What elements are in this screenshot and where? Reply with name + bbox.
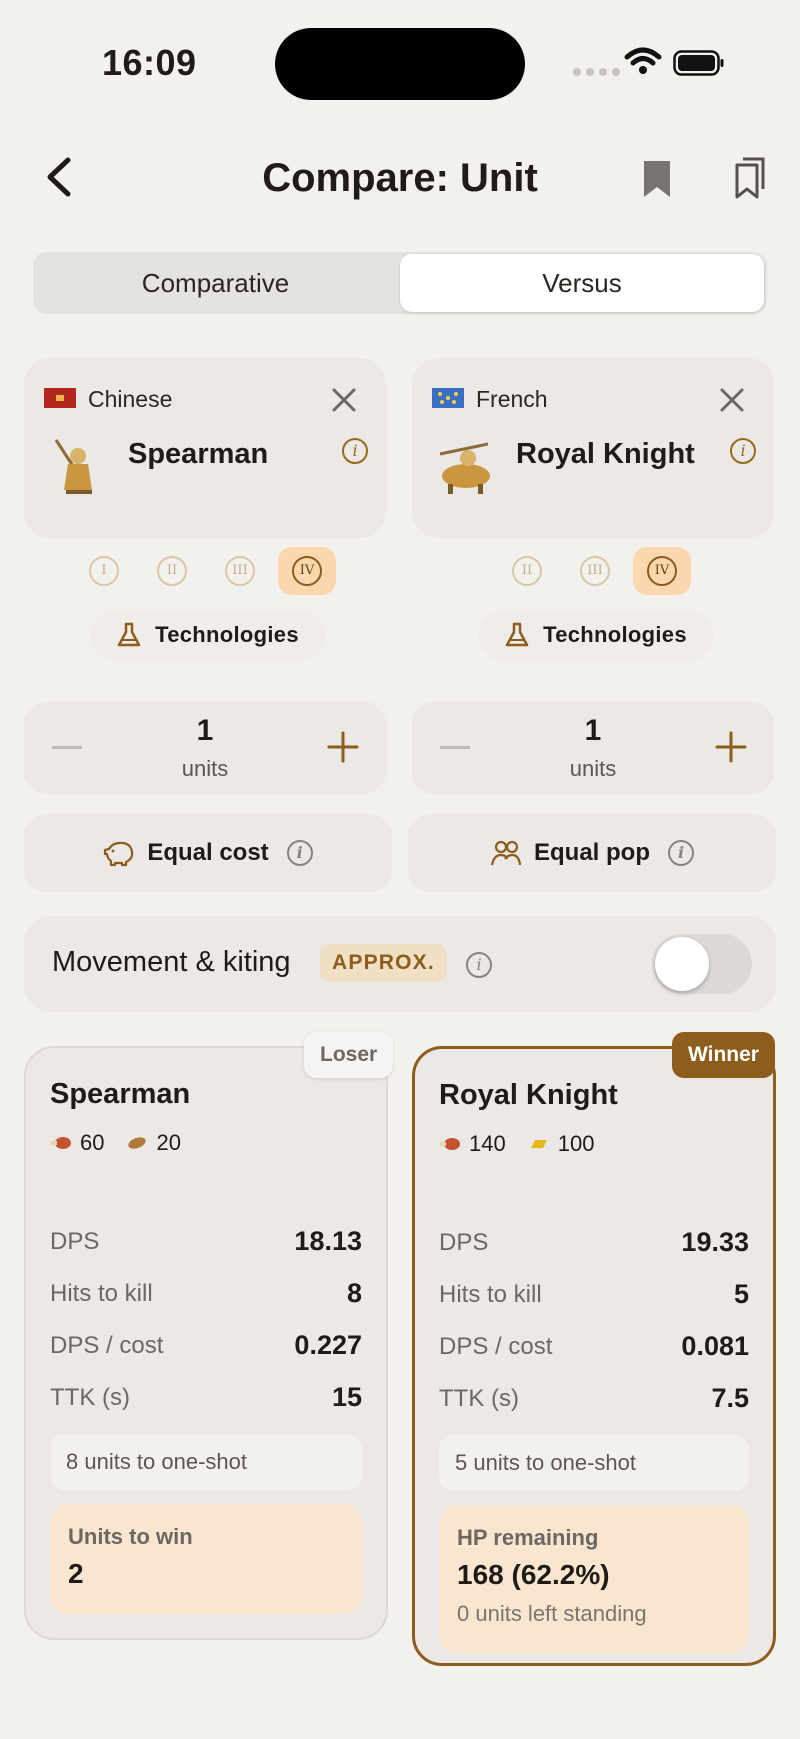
flask-icon xyxy=(117,622,141,647)
tab-versus[interactable]: Versus xyxy=(400,254,764,312)
right-technologies-button[interactable]: Technologies xyxy=(478,610,714,660)
loser-unit-name: Spearman xyxy=(50,1078,191,1110)
left-age-2[interactable]: II xyxy=(143,547,201,595)
mode-segmented-control: Comparative Versus xyxy=(33,252,767,314)
winner-stat-ttk: TTK (s) 7.5 xyxy=(439,1383,749,1413)
winner-cost: 140 100 xyxy=(439,1131,594,1157)
equal-pop-button[interactable]: Equal pop i xyxy=(408,814,776,892)
movement-kiting-row: Movement & kiting APPROX. i xyxy=(24,916,776,1012)
movement-info-icon[interactable]: i xyxy=(466,952,492,978)
royal-knight-portrait-icon xyxy=(439,442,490,494)
winner-stat-dps-cost: DPS / cost 0.081 xyxy=(439,1331,749,1361)
winner-badge: Winner xyxy=(672,1032,775,1078)
loser-stat-dps-cost: DPS / cost 0.227 xyxy=(50,1330,362,1360)
units-left-standing: 0 units left standing xyxy=(457,1601,647,1626)
remove-right-unit-icon[interactable] xyxy=(718,386,746,414)
equal-pop-info-icon[interactable]: i xyxy=(668,840,694,866)
right-unit-info-icon[interactable]: i xyxy=(730,438,756,464)
left-age-1[interactable]: I xyxy=(75,547,133,595)
status-time: 16:09 xyxy=(102,42,197,83)
bookmark-icon[interactable] xyxy=(640,158,674,200)
hp-remaining-label: HP remaining xyxy=(457,1525,599,1550)
equal-cost-info-icon[interactable]: i xyxy=(286,840,313,866)
left-unit-card[interactable]: Chinese Spearman i xyxy=(24,358,386,538)
movement-kiting-toggle[interactable] xyxy=(652,934,752,994)
tab-comparative[interactable]: Comparative xyxy=(33,252,398,314)
battery-icon xyxy=(673,50,724,76)
right-age-4-selected[interactable]: IV xyxy=(633,547,691,595)
right-civ-name: French xyxy=(476,386,548,412)
gold-icon xyxy=(530,1140,547,1148)
winner-stat-dps: DPS 19.33 xyxy=(439,1227,749,1257)
loser-cost: 60 20 xyxy=(50,1130,181,1156)
food-icon xyxy=(440,1138,460,1150)
winner-unit-name: Royal Knight xyxy=(439,1079,618,1111)
winner-result-box: HP remaining 168 (62.2%) 0 units left st… xyxy=(439,1505,749,1653)
loser-stat-dps: DPS 18.13 xyxy=(50,1226,362,1256)
left-unit-info-icon[interactable]: i xyxy=(342,438,368,464)
cellular-signal-icon xyxy=(573,68,620,76)
units-to-win-value: 2 xyxy=(68,1558,84,1589)
equal-cost-button[interactable]: Equal cost i xyxy=(24,814,392,892)
left-civ-name: Chinese xyxy=(88,386,173,412)
left-age-3[interactable]: III xyxy=(211,547,269,595)
loser-one-shot-note: 8 units to one-shot xyxy=(50,1434,362,1490)
left-increment-plus-icon[interactable] xyxy=(326,730,360,764)
loser-stat-hits: Hits to kill 8 xyxy=(50,1278,362,1308)
right-unit-card[interactable]: French Royal Knight i xyxy=(412,358,774,538)
wifi-icon xyxy=(624,47,662,74)
people-icon xyxy=(490,840,522,866)
loser-badge: Loser xyxy=(304,1032,394,1078)
units-to-win-label: Units to win xyxy=(68,1524,193,1549)
right-unit-name: Royal Knight xyxy=(516,438,695,470)
remove-left-unit-icon[interactable] xyxy=(330,386,358,414)
dynamic-island xyxy=(275,28,525,100)
loser-result-card: Spearman 60 20 DPS 18.13 Hits to kill 8 DP… xyxy=(24,1046,388,1640)
winner-one-shot-note: 5 units to one-shot xyxy=(439,1435,749,1491)
left-age-4-selected[interactable]: IV xyxy=(278,547,336,595)
right-quantity-stepper: 1 units xyxy=(412,702,774,794)
left-unit-name: Spearman xyxy=(128,438,269,470)
right-increment-plus-icon[interactable] xyxy=(714,730,748,764)
flask-icon xyxy=(505,622,529,647)
wood-icon xyxy=(128,1137,147,1149)
food-icon xyxy=(51,1137,71,1149)
right-age-3[interactable]: III xyxy=(566,547,624,595)
movement-kiting-label: Movement & kiting xyxy=(52,946,291,978)
loser-result-box: Units to win 2 xyxy=(50,1504,362,1614)
right-age-2[interactable]: II xyxy=(498,547,556,595)
winner-stat-hits: Hits to kill 5 xyxy=(439,1279,749,1309)
approx-badge: APPROX. xyxy=(320,944,447,982)
french-flag-icon xyxy=(432,388,464,408)
winner-result-card: Royal Knight 140 100 DPS 19.33 Hits to ki… xyxy=(412,1046,776,1666)
bookmarks-list-icon[interactable] xyxy=(733,156,767,200)
spearman-portrait-icon xyxy=(54,439,92,494)
left-quantity-stepper: 1 units xyxy=(24,702,386,794)
page-title: Compare: Unit xyxy=(262,156,538,200)
piggy-bank-icon xyxy=(104,841,134,867)
chinese-flag-icon xyxy=(44,388,76,408)
left-technologies-button[interactable]: Technologies xyxy=(90,610,326,660)
hp-remaining-value: 168 (62.2%) xyxy=(457,1559,610,1590)
loser-stat-ttk: TTK (s) 15 xyxy=(50,1382,362,1412)
